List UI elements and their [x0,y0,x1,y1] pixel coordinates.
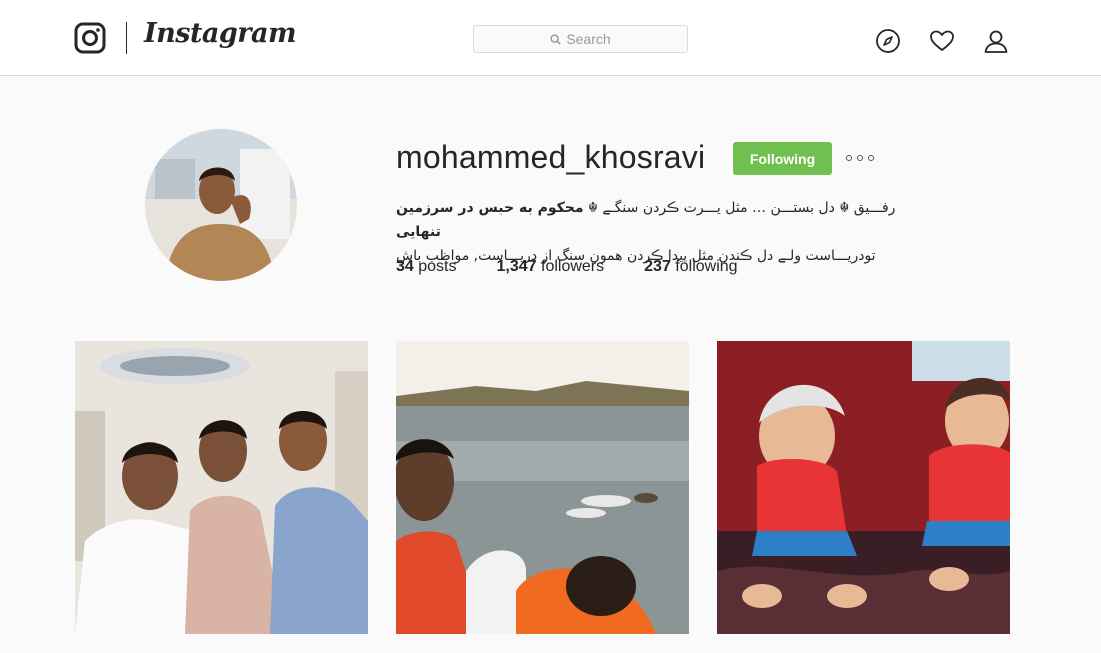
instagram-wordmark[interactable]: Instagram [144,18,297,49]
following-button[interactable]: Following [733,142,832,175]
followers-label: followers [541,258,605,275]
explore-icon[interactable] [875,28,901,54]
profile-avatar[interactable] [145,129,297,281]
top-navbar: Instagram Search [0,0,1101,76]
search-placeholder: Search [566,31,611,47]
instagram-camera-icon[interactable] [74,22,106,54]
profile-stats: 34 posts 1,347 followers 237 following [396,258,778,276]
search-input[interactable]: Search [473,25,688,53]
more-options-icon[interactable] [846,148,874,168]
activity-heart-icon[interactable] [929,28,955,54]
posts-count: 34 [396,258,414,275]
bio-line1-bold: محکوم به حبس در سرزمین تنهایی [396,200,584,240]
following-count: 237 [644,258,671,275]
following-stat[interactable]: 237 following [644,258,737,276]
profile-username: mohammed_khosravi [396,139,706,175]
posts-stat: 34 posts [396,258,457,276]
followers-stat[interactable]: 1,347 followers [497,258,605,276]
followers-count: 1,347 [496,258,537,275]
following-label: following [675,258,738,275]
post-thumbnail-lake-selfie[interactable] [396,341,689,634]
search-icon [550,33,561,45]
logo-divider [126,22,127,54]
post-thumbnail-group-selfie[interactable] [75,341,368,634]
posts-label: posts [418,258,457,275]
post-thumbnail-baby-photo[interactable] [717,341,1010,634]
bio-line1: رفـــیق ☬ دل بستـــن … مثل یـــرت ڪردن س… [583,200,896,216]
profile-icon[interactable] [983,28,1009,54]
